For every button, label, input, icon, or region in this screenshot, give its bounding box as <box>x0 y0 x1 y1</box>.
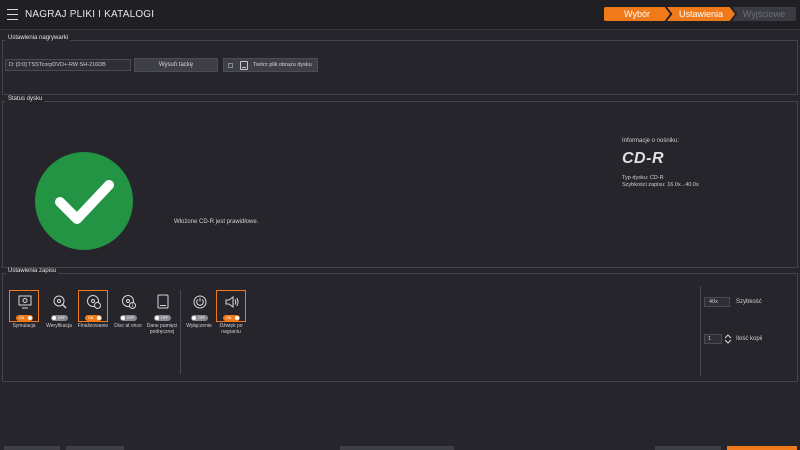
option-verify[interactable]: OFF Weryfikacja <box>43 290 75 329</box>
divider <box>700 286 701 376</box>
option-label: Dźwięk po nagraniu <box>219 323 243 335</box>
disc-at-once-icon: 1 <box>122 295 136 309</box>
disk-type: Typ dysku: CD-R <box>622 175 664 181</box>
divider <box>180 290 181 374</box>
bottom-button[interactable] <box>655 446 721 450</box>
media-name: CD-R <box>622 150 664 167</box>
simulation-icon <box>18 295 32 309</box>
option-label: Disc at once <box>114 323 142 329</box>
verify-icon <box>53 295 67 309</box>
option-simulation[interactable]: ON Symulacja <box>8 290 40 329</box>
breadcrumb-step-wyjsciowe: Wyjściowe <box>732 7 796 21</box>
option-finalize[interactable]: ON Finalizowanie <box>77 290 109 329</box>
write-settings-title: Ustawienia zapisu <box>6 268 59 274</box>
option-label: Wyłączenie <box>186 323 212 329</box>
menu-icon[interactable] <box>7 9 18 20</box>
option-label: Finalizowanie <box>77 323 109 329</box>
drive-icon <box>240 61 248 70</box>
speaker-icon <box>225 296 239 308</box>
copies-stepper-icon[interactable] <box>724 333 732 345</box>
eject-tray-button[interactable]: Wysuń tackę <box>134 58 218 72</box>
top-bar: NAGRAJ PLIKI I KATALOGI Wybór Ustawienia… <box>0 0 800 30</box>
recorder-settings-title: Ustawienia nagrywarki <box>6 35 71 41</box>
bottom-button[interactable] <box>66 446 124 450</box>
option-label: Symulacja <box>12 323 36 329</box>
media-info-label: Informacje o nośniku: <box>622 138 680 144</box>
status-message: Włożone CD-R jest prawidłowe. <box>174 219 259 225</box>
option-disc-at-once[interactable]: 1 OFF Disc at once <box>112 290 144 329</box>
breadcrumb-step-ustawienia[interactable]: Ustawienia <box>667 7 735 21</box>
verify-toggle[interactable]: OFF <box>51 315 68 321</box>
speed-label: Szybkość <box>736 299 762 305</box>
option-label: Dane pamięci podręcznej <box>146 323 178 335</box>
disc-at-once-toggle[interactable]: OFF <box>120 315 137 321</box>
create-image-option[interactable]: Twórz plik obrazu dysku <box>223 58 318 72</box>
finalize-toggle[interactable]: ON <box>85 315 102 321</box>
speed-select[interactable]: 40x <box>704 297 730 307</box>
drive-select[interactable]: D: [0:0] TSSTcorpDVD+-RW SH-216DB <box>5 59 131 71</box>
recorder-settings-panel: Ustawienia nagrywarki D: [0:0] TSSTcorpD… <box>2 35 798 95</box>
power-icon <box>193 295 207 309</box>
option-label: Weryfikacja <box>46 323 72 329</box>
bottom-primary-button[interactable] <box>727 446 797 450</box>
bottom-button[interactable] <box>340 446 454 450</box>
finalize-icon <box>87 295 101 309</box>
copies-input[interactable]: 1 <box>704 334 722 344</box>
breadcrumb-step-wybor[interactable]: Wybór <box>604 7 670 21</box>
breadcrumb: Wybór Ustawienia Wyjściowe <box>604 7 796 21</box>
bottom-toolbar <box>0 446 800 450</box>
option-sound[interactable]: ON Dźwięk po nagraniu <box>215 290 247 335</box>
disk-status-title: Status dysku <box>6 96 45 102</box>
option-shutdown[interactable]: OFF Wyłączenie <box>183 290 215 329</box>
svg-text:1: 1 <box>131 303 134 308</box>
disk-status-panel: Status dysku Włożone CD-R jest prawidłow… <box>2 96 798 268</box>
cache-toggle[interactable]: OFF <box>154 315 171 321</box>
cache-icon <box>157 294 169 309</box>
bottom-button[interactable] <box>4 446 60 450</box>
option-cache[interactable]: OFF Dane pamięci podręcznej <box>146 290 178 335</box>
sound-toggle[interactable]: ON <box>223 315 240 321</box>
write-settings-panel: Ustawienia zapisu ON Symulacja OFF Weryf… <box>2 268 798 382</box>
create-image-checkbox[interactable] <box>228 63 233 68</box>
shutdown-toggle[interactable]: OFF <box>191 315 208 321</box>
write-speeds: Szybkości zapisu: 16.0x...40.0x <box>622 182 699 188</box>
app-title: NAGRAJ PLIKI I KATALOGI <box>25 9 155 20</box>
create-image-label: Twórz plik obrazu dysku <box>253 62 312 68</box>
checkmark-icon <box>35 152 133 250</box>
simulation-toggle[interactable]: ON <box>16 315 33 321</box>
copies-label: Ilość kopii <box>736 336 763 342</box>
